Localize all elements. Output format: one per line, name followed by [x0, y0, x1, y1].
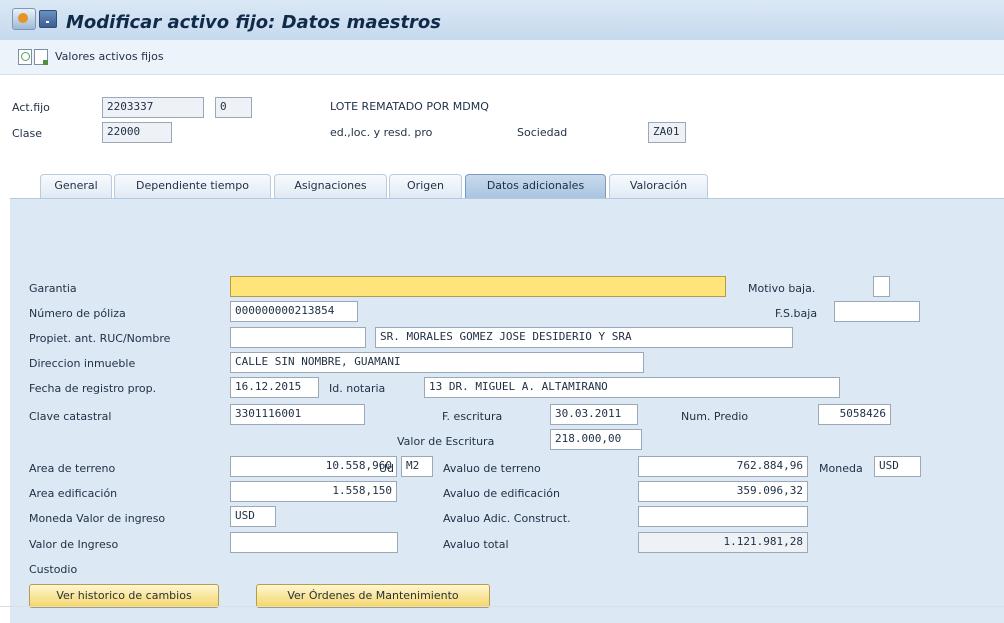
clave-catastral-field[interactable]: 3301116001: [230, 404, 365, 425]
asset-description: LOTE REMATADO POR MDMQ: [330, 100, 489, 113]
valor-escritura-field[interactable]: 218.000,00: [550, 429, 642, 450]
sap-logo-icon[interactable]: [12, 8, 36, 30]
direccion-label: Direccion inmueble: [29, 357, 136, 370]
motivo-baja-field[interactable]: [873, 276, 890, 297]
num-predio-field[interactable]: 5058426: [818, 404, 891, 425]
numero-poliza-label: Número de póliza: [29, 307, 126, 320]
propiet-ruc-field[interactable]: [230, 327, 366, 348]
fecha-registro-label: Fecha de registro prop.: [29, 382, 157, 395]
actfijo-field[interactable]: 2203337: [102, 97, 204, 118]
bottom-divider: [0, 606, 1004, 607]
area-terreno-field[interactable]: 10.558,960: [230, 456, 397, 477]
f-escritura-label: F. escritura: [442, 410, 503, 423]
avaluo-terreno-field[interactable]: 762.884,96: [638, 456, 808, 477]
tab-asignaciones[interactable]: Asignaciones: [274, 174, 387, 198]
area-edificacion-field[interactable]: 1.558,150: [230, 481, 397, 502]
direccion-field[interactable]: CALLE SIN NOMBRE, GUAMANI: [230, 352, 644, 373]
avaluo-edificacion-label: Avaluo de edificación: [443, 487, 560, 500]
avaluo-total-label: Avaluo total: [443, 538, 509, 551]
sociedad-field[interactable]: ZA01: [648, 122, 686, 143]
f-escritura-field[interactable]: 30.03.2011: [550, 404, 638, 425]
fs-baja-field[interactable]: [834, 301, 920, 322]
area-terreno-label: Area de terreno: [29, 462, 116, 475]
required-marker: [231, 277, 238, 284]
fecha-registro-field[interactable]: 16.12.2015: [230, 377, 319, 398]
clave-catastral-label: Clave catastral: [29, 410, 112, 423]
sociedad-label: Sociedad: [517, 126, 568, 139]
motivo-baja-label: Motivo baja.: [748, 282, 816, 295]
tab-dependiente-tiempo[interactable]: Dependiente tiempo: [114, 174, 271, 198]
fs-baja-label: F.S.baja: [775, 307, 818, 320]
tab-general[interactable]: General: [40, 174, 112, 198]
moneda-valor-ingreso-field[interactable]: USD: [230, 506, 276, 527]
required-marker: [718, 277, 725, 284]
avaluo-adic-field[interactable]: [638, 506, 808, 527]
avaluo-total-field: 1.121.981,28: [638, 532, 808, 553]
tab-valoracion[interactable]: Valoración: [609, 174, 708, 198]
moneda-label: Moneda: [819, 462, 863, 475]
actfijo-label: Act.fijo: [12, 101, 50, 114]
valor-ingreso-field[interactable]: [230, 532, 398, 553]
ver-ordenes-button[interactable]: Ver Órdenes de Mantenimiento: [256, 584, 490, 608]
valores-activos-fijos-button[interactable]: Valores activos fijos: [55, 50, 164, 63]
propiet-name-field[interactable]: SR. MORALES GOMEZ JOSE DESIDERIO Y SRA: [375, 327, 793, 348]
tab-datos-adicionales[interactable]: Datos adicionales: [465, 174, 606, 198]
custodio-label: Custodio: [29, 563, 78, 576]
clase-label: Clase: [12, 127, 42, 140]
ud-field[interactable]: M2: [401, 456, 433, 477]
required-marker: [718, 289, 725, 296]
copy-document-icon[interactable]: [34, 49, 48, 65]
actfijo-sub-field[interactable]: 0: [215, 97, 252, 118]
propiet-label: Propiet. ant. RUC/Nombre: [29, 332, 171, 345]
moneda-valor-ingreso-label: Moneda Valor de ingreso: [29, 512, 166, 525]
avaluo-terreno-label: Avaluo de terreno: [443, 462, 541, 475]
garantia-input[interactable]: [230, 276, 726, 297]
menu-icon[interactable]: [39, 10, 57, 28]
window-title: Modificar activo fijo: Datos maestros: [66, 12, 442, 33]
new-document-icon[interactable]: [18, 49, 32, 65]
valor-escritura-label: Valor de Escritura: [397, 435, 495, 448]
avaluo-adic-label: Avaluo Adic. Construct.: [443, 512, 571, 525]
numero-poliza-field[interactable]: 000000000213854: [230, 301, 358, 322]
required-marker: [231, 289, 238, 296]
tab-origen[interactable]: Origen: [389, 174, 462, 198]
clase-description: ed.,loc. y resd. pro: [330, 126, 433, 139]
clase-field[interactable]: 22000: [102, 122, 172, 143]
avaluo-edificacion-field[interactable]: 359.096,32: [638, 481, 808, 502]
id-notaria-field[interactable]: 13 DR. MIGUEL A. ALTAMIRANO: [424, 377, 840, 398]
ver-historico-button[interactable]: Ver historico de cambios: [29, 584, 219, 608]
num-predio-label: Num. Predio: [681, 410, 749, 423]
area-edificacion-label: Area edificación: [29, 487, 118, 500]
moneda-field[interactable]: USD: [874, 456, 921, 477]
id-notaria-label: Id. notaria: [329, 382, 386, 395]
ud-label: Ud: [379, 462, 395, 475]
garantia-label: Garantia: [29, 282, 77, 295]
valor-ingreso-label: Valor de Ingreso: [29, 538, 119, 551]
